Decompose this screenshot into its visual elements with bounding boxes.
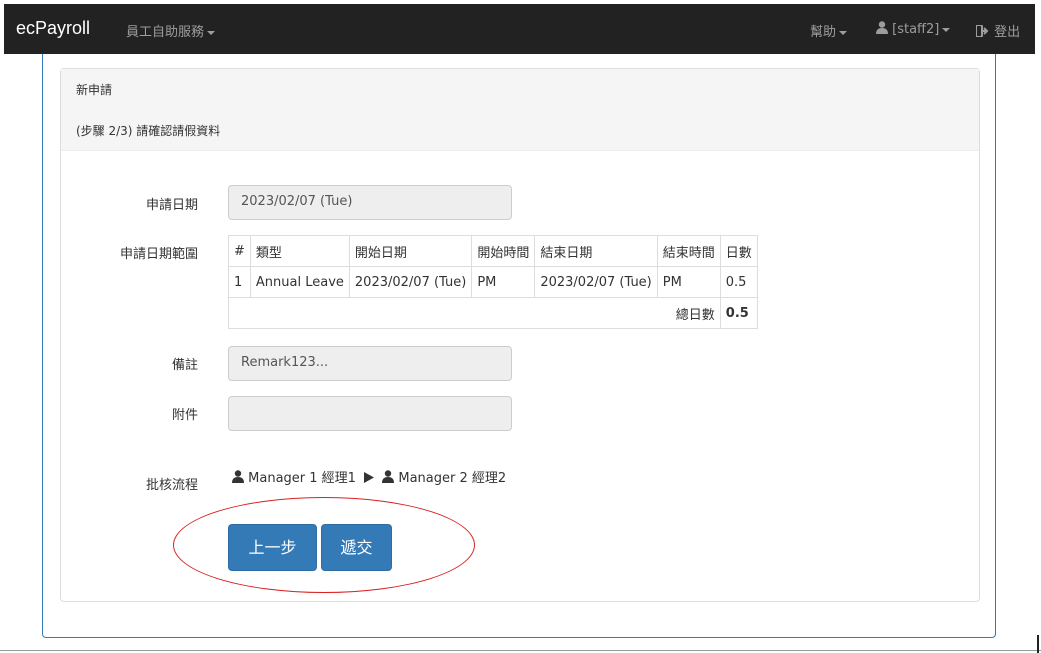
date-range-label: 申請日期範圍 xyxy=(119,247,198,262)
step-indicator: (步驟 2/3) 請確認請假資料 xyxy=(76,124,221,138)
column-header-start-time: 開始時間 xyxy=(471,235,536,267)
user-name-label: [staff2] xyxy=(892,22,940,37)
bottom-divider xyxy=(0,650,1041,651)
cell-days: 0.5 xyxy=(719,266,758,298)
user-icon xyxy=(382,470,395,483)
table-total-row: 總日數 0.5 xyxy=(228,297,758,329)
help-menu-label: 幫助 xyxy=(810,25,837,40)
brand-logo[interactable]: ecPayroll xyxy=(16,18,90,39)
user-menu[interactable]: [staff2] xyxy=(876,21,951,37)
apply-date-label: 申請日期 xyxy=(145,198,198,213)
self-service-menu[interactable]: 員工自助服務 xyxy=(126,21,216,40)
table-row: 1 Annual Leave 2023/02/07 (Tue) PM 2023/… xyxy=(228,266,758,298)
arrow-right-icon xyxy=(364,472,375,483)
column-header-type: 類型 xyxy=(249,235,350,267)
column-header-end-date: 結束日期 xyxy=(534,235,658,267)
panel-title: 新申請 xyxy=(76,83,113,97)
user-icon xyxy=(876,21,888,34)
chevron-down-icon xyxy=(207,30,216,35)
cell-end-date: 2023/02/07 (Tue) xyxy=(534,266,658,298)
leave-detail-table: # 類型 開始日期 開始時間 結束日期 結束時間 日數 1 Annual Lea… xyxy=(228,235,758,329)
approval-flow: Manager 1 經理1 Manager 2 經理2 xyxy=(232,467,506,486)
remarks-field: Remark123... xyxy=(228,346,512,381)
user-icon xyxy=(232,470,244,483)
apply-date-field: 2023/02/07 (Tue) xyxy=(228,185,512,220)
total-days-label: 總日數 xyxy=(228,297,721,329)
total-days-value: 0.5 xyxy=(719,297,758,329)
cell-type: Annual Leave xyxy=(249,266,350,298)
remarks-label: 備註 xyxy=(171,358,198,373)
column-header-index: # xyxy=(228,235,251,267)
logout-icon xyxy=(975,24,989,38)
help-menu[interactable]: 幫助 xyxy=(810,21,848,40)
cell-start-time: PM xyxy=(471,266,536,298)
cell-end-time: PM xyxy=(656,266,721,298)
logout-label: 登出 xyxy=(994,25,1021,40)
cell-index: 1 xyxy=(228,266,251,298)
column-header-end-time: 結束時間 xyxy=(656,235,721,267)
table-header-row: # 類型 開始日期 開始時間 結束日期 結束時間 日數 xyxy=(228,235,758,267)
attachment-field xyxy=(228,396,512,431)
approver-1: Manager 1 經理1 xyxy=(248,471,356,486)
column-header-days: 日數 xyxy=(719,235,758,267)
edge-marker xyxy=(1037,635,1039,653)
column-header-start-date: 開始日期 xyxy=(348,235,473,267)
top-navbar: ecPayroll 員工自助服務 幫助 [staff2] 登出 xyxy=(4,4,1035,54)
highlight-ellipse xyxy=(173,497,475,593)
self-service-menu-label: 員工自助服務 xyxy=(126,25,205,40)
attachment-label: 附件 xyxy=(171,408,198,423)
cell-start-date: 2023/02/07 (Tue) xyxy=(348,266,473,298)
chevron-down-icon xyxy=(942,27,951,32)
logout-link[interactable]: 登出 xyxy=(975,21,1021,40)
approval-flow-label: 批核流程 xyxy=(145,478,198,493)
panel-heading: 新申請 (步驟 2/3) 請確認請假資料 xyxy=(61,69,979,151)
approver-2: Manager 2 經理2 xyxy=(398,471,507,486)
chevron-down-icon xyxy=(839,30,848,35)
